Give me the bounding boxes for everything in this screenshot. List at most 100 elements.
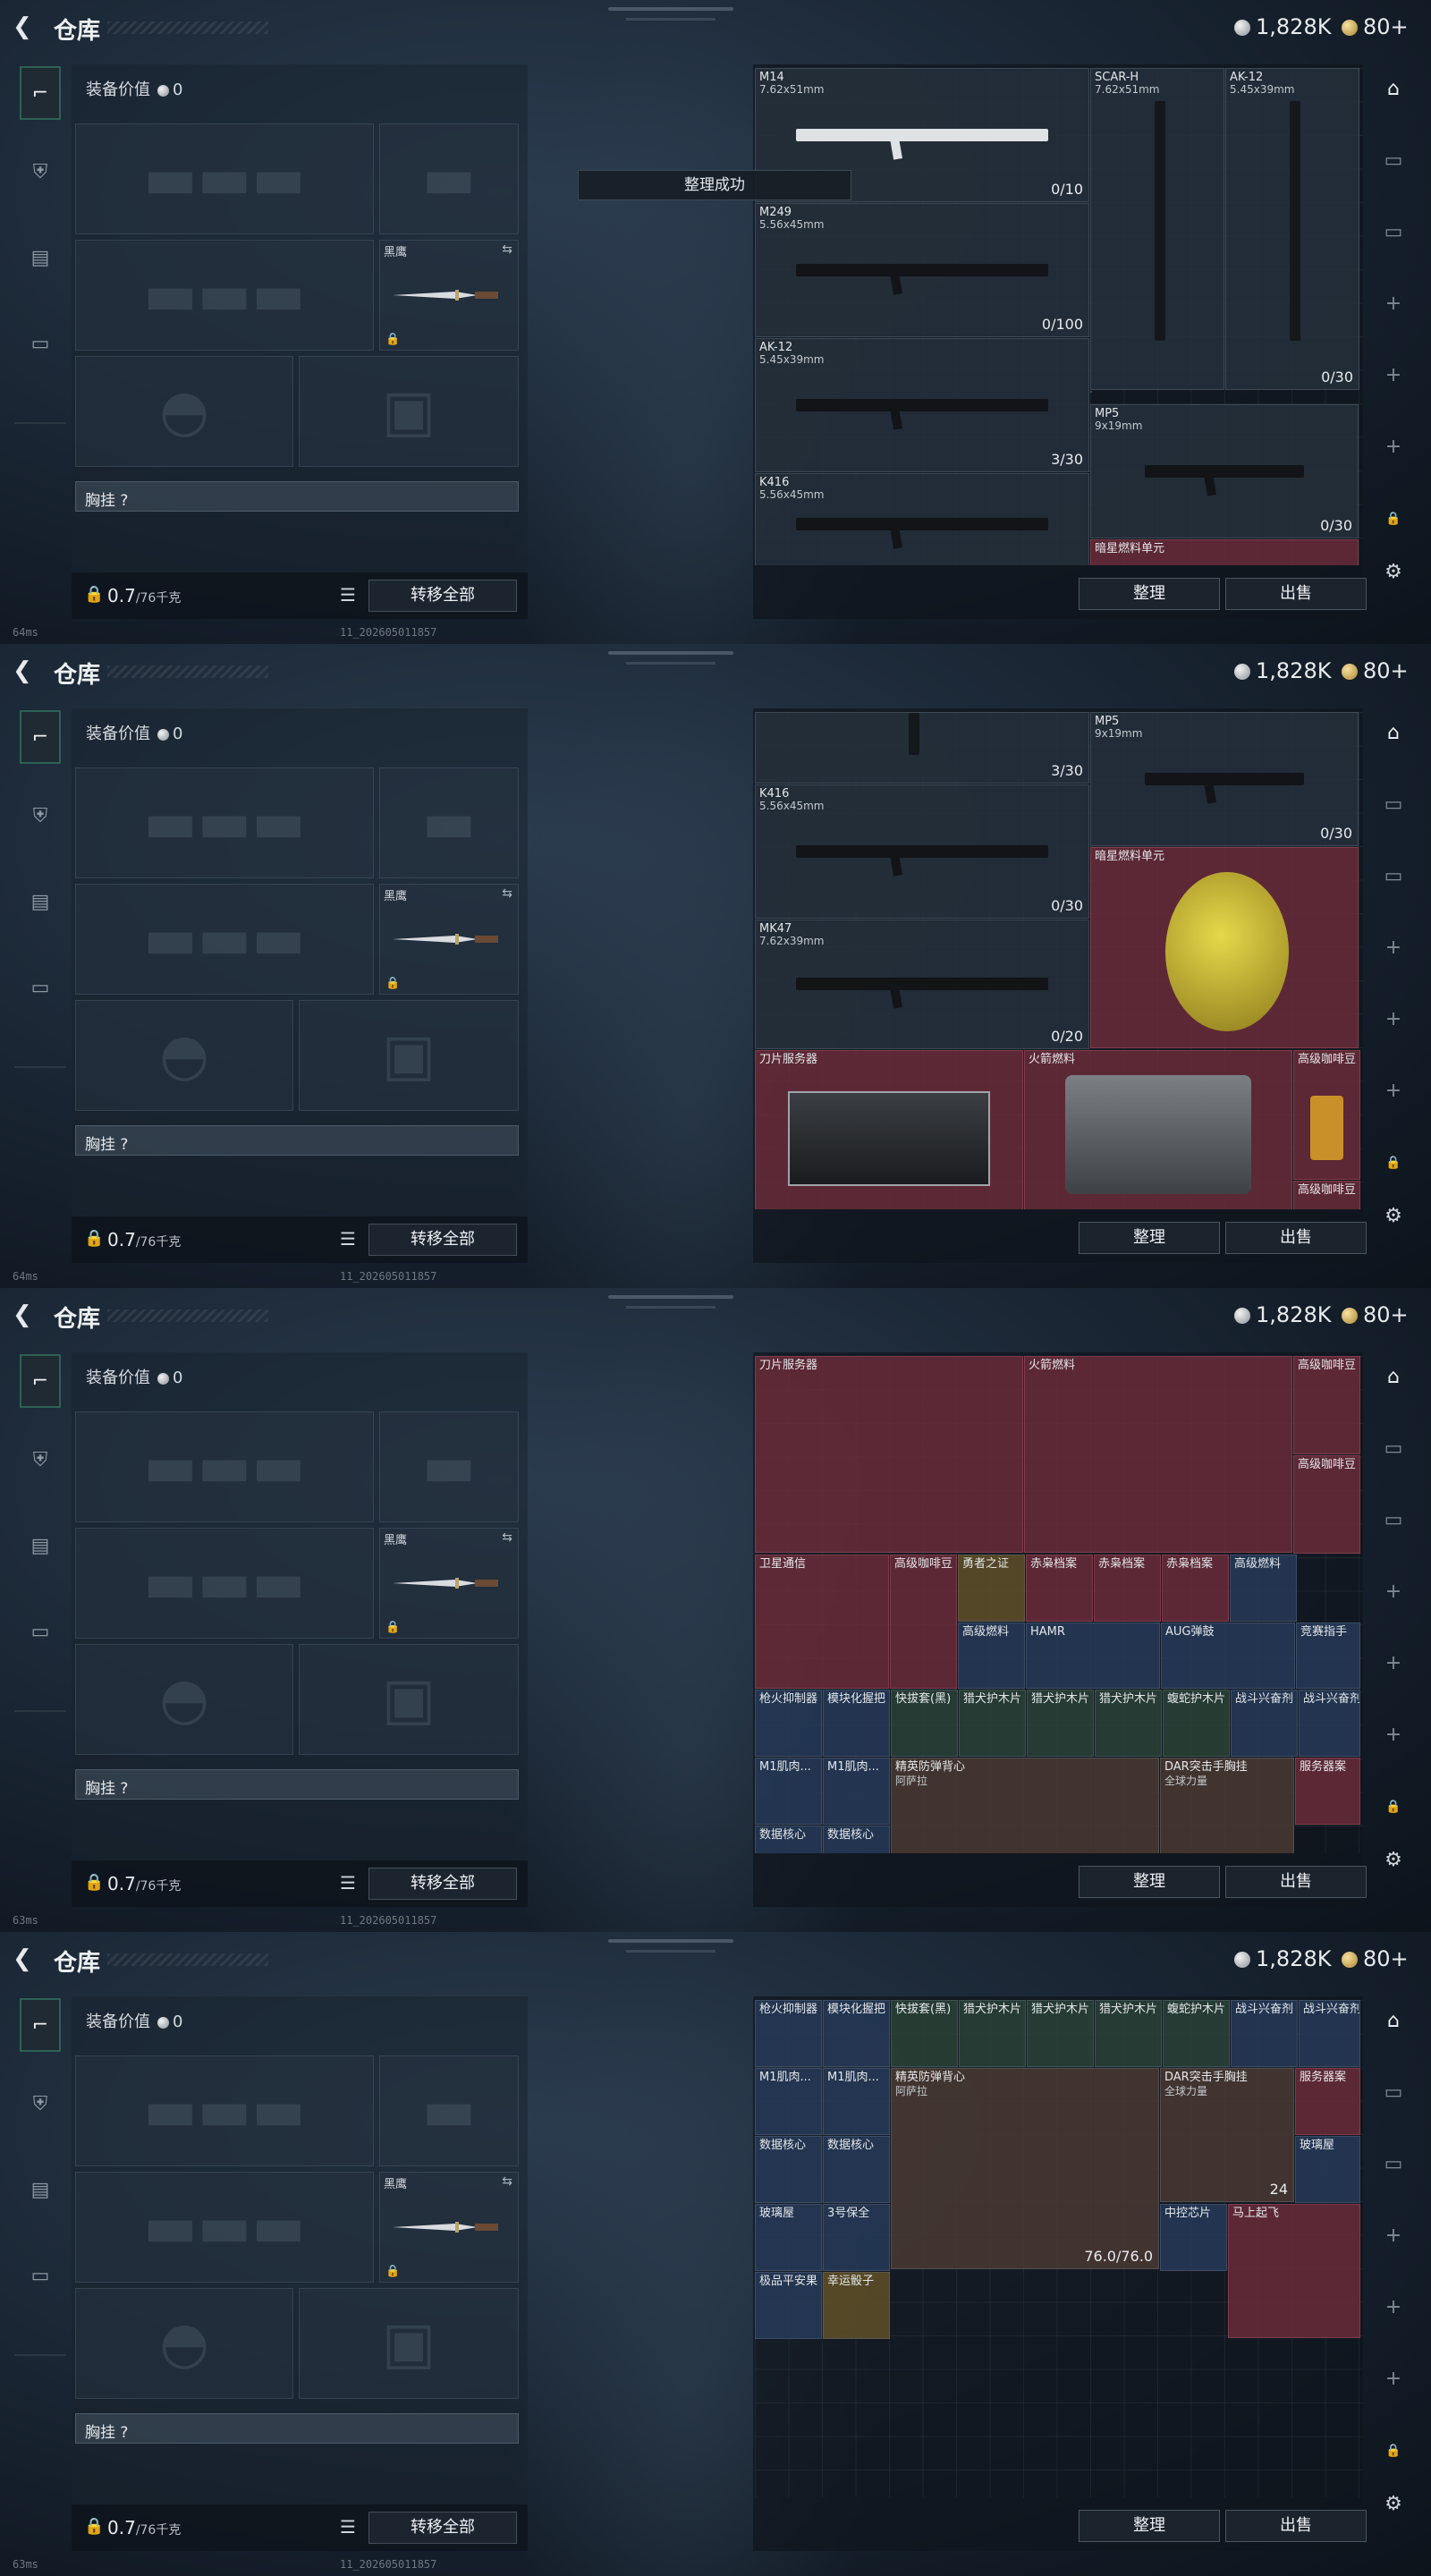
gear-icon[interactable]: ⚙ <box>1376 1843 1411 1878</box>
armor-slot[interactable]: ▣ <box>299 1000 519 1111</box>
secondary-weapon-slot[interactable]: ▬▬▬ <box>75 1528 374 1639</box>
secondary-weapon-slot[interactable]: ▬▬▬ <box>75 2172 374 2283</box>
add-icon[interactable]: + <box>1376 1646 1411 1682</box>
add-icon[interactable]: + <box>1376 1073 1411 1109</box>
stash-item[interactable]: M1肌肉... <box>823 1758 890 1825</box>
stash-item[interactable]: 玻璃屋 <box>1295 2136 1360 2203</box>
stash-item[interactable]: 服务器案 <box>1295 2068 1360 2135</box>
chest-rig-slot[interactable]: 胸挂 ? <box>75 2413 519 2444</box>
stash-item[interactable]: 马上起飞 <box>1228 2204 1360 2338</box>
gear-icon[interactable]: ⚙ <box>1376 2487 1411 2522</box>
warehouse-icon[interactable]: ⌂ <box>1376 2004 1411 2039</box>
tv-bag-icon[interactable]: ▭ <box>1376 787 1411 823</box>
bag-tab-icon[interactable]: ▤ <box>20 2163 61 2216</box>
stash-item[interactable]: 数据核心 <box>755 2136 822 2203</box>
sort-button[interactable]: 整理 <box>1079 1866 1220 1898</box>
bag-tab-icon[interactable]: ▤ <box>20 875 61 928</box>
case-tab-icon[interactable]: ▭ <box>20 1605 61 1658</box>
add-icon[interactable]: + <box>1376 2290 1411 2326</box>
tv-bag-icon[interactable]: ▭ <box>1376 1503 1411 1538</box>
add-icon[interactable]: + <box>1376 930 1411 966</box>
armor-tab-icon[interactable]: ⛨ <box>20 789 61 843</box>
stash-item[interactable]: 中控芯片 <box>1160 2204 1227 2271</box>
tv-bag-icon[interactable]: ▭ <box>1376 1431 1411 1467</box>
add-icon[interactable]: + <box>1376 286 1411 322</box>
stash-item[interactable]: 刀片服务器 <box>755 1356 1023 1553</box>
stash-item[interactable]: 数据核心 <box>755 1826 822 1853</box>
list-icon[interactable]: ☰ <box>340 584 356 606</box>
stash-item[interactable]: AK-12 5.45x39mm 0/30 <box>1225 68 1359 390</box>
back-arrow-icon[interactable]: ❮ <box>13 1302 38 1327</box>
stash-item[interactable]: 3号保全 <box>823 2204 890 2271</box>
list-icon[interactable]: ☰ <box>340 1228 356 1250</box>
add-icon[interactable]: + <box>1376 1574 1411 1610</box>
warehouse-icon[interactable]: ⌂ <box>1376 716 1411 751</box>
list-icon[interactable]: ☰ <box>340 2516 356 2538</box>
transfer-all-button[interactable]: 转移全部 <box>368 1868 517 1900</box>
transfer-all-button[interactable]: 转移全部 <box>368 1224 517 1256</box>
stash-item[interactable]: 猎犬护木片 <box>1027 1690 1094 1757</box>
stash-item[interactable]: 战斗兴奋剂 <box>1231 1690 1298 1757</box>
tv-bag-icon[interactable]: ▭ <box>1376 2147 1411 2182</box>
add-icon[interactable]: + <box>1376 429 1411 465</box>
chest-rig-slot[interactable]: 胸挂 ? <box>75 481 519 512</box>
helmet-slot[interactable]: ◓ <box>75 1000 293 1111</box>
stash-item[interactable]: 高级咖啡豆 <box>1293 1356 1360 1454</box>
back-arrow-icon[interactable]: ❮ <box>13 14 38 39</box>
warehouse-icon[interactable]: ⌂ <box>1376 72 1411 107</box>
bag-tab-icon[interactable]: ▤ <box>20 231 61 284</box>
tv-bag-icon[interactable]: ▭ <box>1376 859 1411 894</box>
secondary-weapon-slot[interactable]: ▬▬▬ <box>75 240 374 351</box>
sell-button[interactable]: 出售 <box>1225 578 1367 610</box>
pistol-slot[interactable]: ▬ <box>379 767 519 878</box>
swap-icon[interactable]: ⇆ <box>502 886 512 901</box>
pistol-slot[interactable]: ▬ <box>379 1411 519 1522</box>
add-icon[interactable]: + <box>1376 358 1411 394</box>
helmet-slot[interactable]: ◓ <box>75 1644 293 1755</box>
stash-item[interactable]: 暗星燃料单元 <box>1090 539 1359 565</box>
sell-button[interactable]: 出售 <box>1225 1222 1367 1254</box>
stash-item[interactable]: 高级咖啡豆 <box>1293 1050 1360 1180</box>
transfer-all-button[interactable]: 转移全部 <box>368 580 517 612</box>
stash-item[interactable]: M1肌肉... <box>755 2068 822 2135</box>
stash-item[interactable]: 赤枭档案 <box>1162 1555 1229 1622</box>
weapons-tab-icon[interactable]: ⌐ <box>20 66 61 120</box>
armor-slot[interactable]: ▣ <box>299 2288 519 2399</box>
back-arrow-icon[interactable]: ❮ <box>13 1946 38 1971</box>
stash-item[interactable]: 高级咖啡豆 <box>1293 1181 1360 1209</box>
tv-bag-icon[interactable]: ▭ <box>1376 2075 1411 2111</box>
stash-item[interactable]: 幸运骰子 <box>823 2272 890 2339</box>
helmet-slot[interactable]: ◓ <box>75 2288 293 2399</box>
stash-item[interactable]: 快拔套(黑) <box>891 2000 958 2067</box>
stash-item[interactable]: 高级燃料 <box>1230 1555 1297 1622</box>
pistol-slot[interactable]: ▬ <box>379 123 519 234</box>
stash-item[interactable]: M249 5.56x45mm 0/100 <box>755 203 1089 337</box>
add-icon[interactable]: + <box>1376 2361 1411 2397</box>
stash-item[interactable]: 高级咖啡豆 <box>890 1555 957 1689</box>
stash-item[interactable]: MK47 7.62x39mm 0/20 <box>755 919 1089 1049</box>
gear-icon[interactable]: ⚙ <box>1376 555 1411 590</box>
swap-icon[interactable]: ⇆ <box>502 242 512 257</box>
stash-item[interactable]: 火箭燃料 <box>1024 1050 1292 1209</box>
stash-item[interactable]: 暗星燃料单元 <box>1090 847 1359 1048</box>
primary-weapon-slot[interactable]: ▬▬▬ <box>75 2055 374 2166</box>
sort-button[interactable]: 整理 <box>1079 1222 1220 1254</box>
melee-slot[interactable]: 黑鹰 ⇆ 🔒 <box>379 884 519 995</box>
pistol-slot[interactable]: ▬ <box>379 2055 519 2166</box>
tv-bag-icon[interactable]: ▭ <box>1376 143 1411 179</box>
stash-item[interactable]: AK-12 5.45x39mm 3/30 <box>755 338 1089 472</box>
stash-item[interactable]: 精英防弹背心 阿萨拉 <box>891 1758 1159 1853</box>
melee-slot[interactable]: 黑鹰 ⇆ 🔒 <box>379 2172 519 2283</box>
stash-item[interactable]: 赤枭档案 <box>1026 1555 1093 1622</box>
stash-item[interactable]: 高级咖啡豆 <box>1293 1455 1360 1554</box>
stash-item[interactable]: 蝮蛇护木片 <box>1163 1690 1230 1757</box>
stash-item[interactable]: SCAR-H 7.62x51mm <box>1090 68 1224 390</box>
stash-item[interactable]: 战斗兴奋剂 <box>1231 2000 1298 2067</box>
stash-item[interactable]: 模块化握把 <box>823 2000 890 2067</box>
stash-item[interactable]: 服务器案 <box>1295 1758 1360 1825</box>
warehouse-icon[interactable]: ⌂ <box>1376 1360 1411 1395</box>
armor-tab-icon[interactable]: ⛨ <box>20 2077 61 2131</box>
stash-item[interactable]: 精英防弹背心 阿萨拉 76.0/76.0 <box>891 2068 1159 2269</box>
stash-item[interactable]: 枪火抑制器 <box>755 2000 822 2067</box>
chest-rig-slot[interactable]: 胸挂 ? <box>75 1125 519 1156</box>
